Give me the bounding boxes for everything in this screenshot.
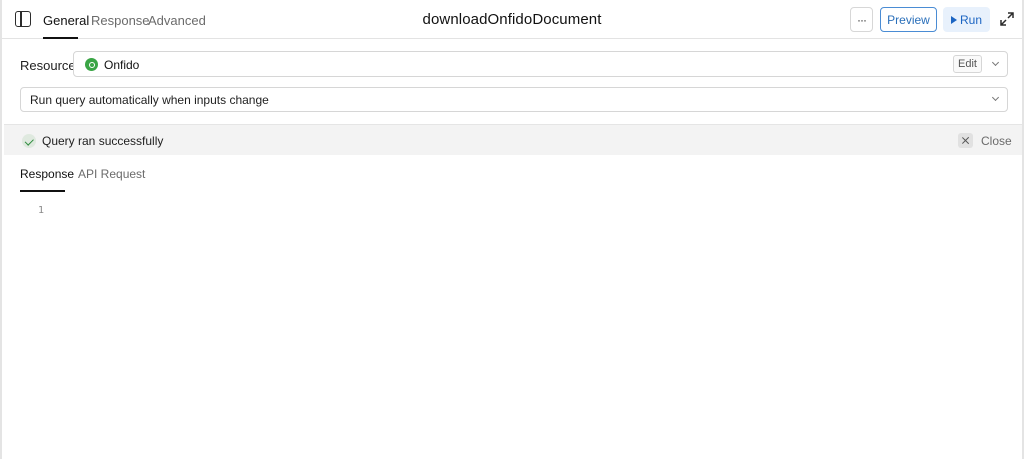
onfido-logo-icon xyxy=(85,58,98,71)
tab-api-request[interactable]: API Request xyxy=(78,167,145,181)
preview-button[interactable]: Preview xyxy=(880,7,937,32)
status-message: Query ran successfully xyxy=(42,134,164,148)
query-toolbar: General Response Advanced downloadOnfido… xyxy=(2,0,1022,39)
more-options-icon: ··· xyxy=(857,12,867,27)
play-icon xyxy=(950,15,957,24)
resource-label: Resource xyxy=(20,58,76,73)
active-subtab-indicator xyxy=(20,190,65,192)
chevron-down-icon xyxy=(991,93,1000,102)
chevron-down-icon[interactable] xyxy=(991,58,1000,67)
active-tab-indicator xyxy=(43,37,78,39)
expand-icon[interactable] xyxy=(1000,12,1014,26)
more-options-button[interactable]: ··· xyxy=(850,7,873,32)
run-trigger-dropdown[interactable]: Run query automatically when inputs chan… xyxy=(20,87,1008,112)
edit-resource-button[interactable]: Edit xyxy=(953,55,982,73)
close-button[interactable]: Close xyxy=(981,134,1012,148)
close-icon[interactable] xyxy=(958,133,973,148)
run-button[interactable]: Run xyxy=(943,7,990,32)
run-trigger-selected-value: Run query automatically when inputs chan… xyxy=(30,93,269,107)
query-editor-panel: General Response Advanced downloadOnfido… xyxy=(0,0,1024,459)
resource-dropdown[interactable]: Onfido Edit xyxy=(73,51,1008,77)
check-circle-icon xyxy=(22,134,36,148)
tab-output-response[interactable]: Response xyxy=(20,167,74,181)
resource-selected-value: Onfido xyxy=(104,58,140,72)
run-button-label: Run xyxy=(959,12,982,27)
status-banner: Query ran successfully Close xyxy=(4,124,1022,155)
line-number: 1 xyxy=(38,205,45,216)
